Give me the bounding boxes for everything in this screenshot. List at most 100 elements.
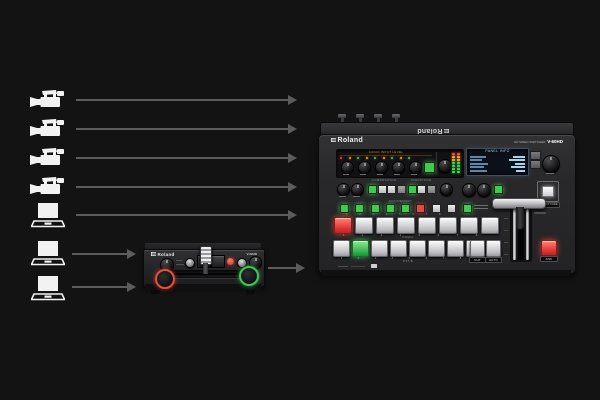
pst-crosspoint-button[interactable] (428, 240, 445, 257)
pst-button-row (333, 240, 483, 257)
lcd-menu-row (470, 169, 525, 172)
bottom-marking (351, 266, 365, 267)
transition-button[interactable] (417, 185, 426, 194)
bus-b-button[interactable] (239, 266, 259, 286)
aux-mode-button[interactable] (463, 204, 472, 213)
pst-crosspoint-button[interactable] (390, 240, 407, 257)
dsk-button[interactable] (541, 240, 557, 256)
aux-button[interactable] (416, 204, 426, 213)
main-audio-knob[interactable] (438, 159, 452, 173)
composition-button[interactable] (397, 185, 406, 194)
large-video-switcher: Roland Roland HD VIDEO SWITCHER V-60HD A… (318, 114, 576, 278)
video-camera-icon (28, 175, 66, 199)
pst-crosspoint-button[interactable] (371, 240, 388, 257)
audio-level-knob[interactable] (375, 161, 388, 174)
aux-button[interactable] (385, 204, 395, 213)
composition-button[interactable] (378, 185, 387, 194)
dsk-button-label: DSK (540, 256, 558, 262)
aux-button[interactable] (447, 204, 457, 213)
brand-logo-back: Roland (417, 126, 449, 134)
composition-button[interactable] (387, 185, 396, 194)
exit-button[interactable] (530, 160, 541, 169)
laptop-icon (31, 275, 65, 305)
connection-arrow (268, 263, 305, 273)
bus-b-label: PST/B (402, 259, 414, 263)
pgm-button-row (334, 217, 499, 234)
auto-button[interactable] (486, 240, 501, 257)
pgm-crosspoint-button[interactable] (460, 217, 478, 234)
cut-button[interactable] (470, 240, 485, 257)
fader-rail (526, 200, 529, 260)
lcd-title: PANEL INFO (485, 149, 510, 153)
audio-mixer-panel: AUDIO INPUT LEVEL (336, 149, 464, 178)
level-led (366, 157, 368, 159)
level-led (349, 157, 351, 159)
audio-meter (457, 153, 460, 173)
red-round-button[interactable] (227, 258, 234, 265)
audio-effects-button[interactable] (424, 162, 435, 173)
pst-crosspoint-button[interactable] (409, 240, 426, 257)
laptop-icon (31, 240, 65, 270)
connection-arrow (72, 249, 136, 259)
mini-tbar-stem (203, 263, 208, 274)
menu-button[interactable] (530, 151, 541, 160)
brand-logo: Roland (331, 137, 363, 145)
small-knob[interactable] (185, 258, 195, 268)
input-key-button[interactable] (211, 255, 225, 268)
composition-header: COMPOSITION (371, 178, 397, 182)
composition-button[interactable] (368, 185, 377, 194)
level-led (357, 157, 359, 159)
knob-label (360, 174, 366, 175)
freeze-button[interactable] (494, 185, 503, 194)
transition-button[interactable] (408, 185, 417, 194)
knob-label (394, 174, 400, 175)
audio-level-knob[interactable] (392, 161, 405, 174)
knob-label (339, 196, 346, 197)
output-fade-button[interactable] (542, 186, 554, 197)
fader-scale-mark (504, 242, 508, 243)
bus-a-button[interactable] (155, 269, 175, 289)
pgm-crosspoint-button[interactable] (439, 217, 457, 234)
transition-header: TRANSITION (410, 178, 432, 182)
control-knob[interactable] (477, 183, 491, 197)
auto-button-label: AUTO (485, 257, 502, 263)
output-fade-knob[interactable] (337, 183, 350, 196)
aux-button[interactable] (340, 204, 349, 213)
lcd-menu-row (470, 162, 525, 165)
audio-level-knob[interactable] (358, 161, 371, 174)
audio-level-knob[interactable] (341, 161, 354, 174)
pgm-crosspoint-button[interactable] (376, 217, 394, 234)
pgm-crosspoint-button[interactable] (397, 217, 415, 234)
transition-button[interactable] (427, 185, 436, 194)
value-dial[interactable] (542, 155, 560, 173)
bottom-marking (338, 266, 348, 267)
level-led (408, 157, 410, 159)
product-tagline: HD VIDEO SWITCHER V-60HD (514, 139, 563, 144)
connection-arrow (76, 153, 297, 163)
aux-section-header: AUX/MEMORY (388, 199, 413, 203)
pst-crosspoint-button[interactable] (447, 240, 464, 257)
aux-mode-label (474, 205, 488, 206)
model-label: V-60HD (547, 139, 563, 144)
pst-crosspoint-button[interactable] (352, 240, 369, 257)
panel-marking (176, 260, 182, 261)
knob-label (411, 174, 417, 175)
aux-button[interactable] (401, 204, 411, 213)
pst-crosspoint-button[interactable] (333, 240, 350, 257)
pgm-crosspoint-button[interactable] (355, 217, 373, 234)
knob-label (353, 196, 360, 197)
fader-scale-mark (504, 230, 508, 231)
roland-logo-icon (151, 252, 156, 256)
audio-section-header: AUDIO INPUT LEVEL (368, 150, 404, 154)
transition-time-knob[interactable] (440, 183, 453, 196)
pgm-crosspoint-button[interactable] (334, 217, 352, 234)
control-knob[interactable] (462, 183, 476, 197)
audio-level-knob[interactable] (409, 161, 422, 174)
pgm-crosspoint-button[interactable] (418, 217, 436, 234)
diagram-canvas: Roland V-02HD Roland Roland HD VIDEO SWI… (0, 0, 600, 400)
bottom-badge (371, 264, 377, 268)
lcd-menu-row (470, 159, 525, 162)
output-fade-knob[interactable] (351, 183, 364, 196)
laptop-icon (31, 202, 65, 232)
pgm-crosspoint-button[interactable] (481, 217, 499, 234)
